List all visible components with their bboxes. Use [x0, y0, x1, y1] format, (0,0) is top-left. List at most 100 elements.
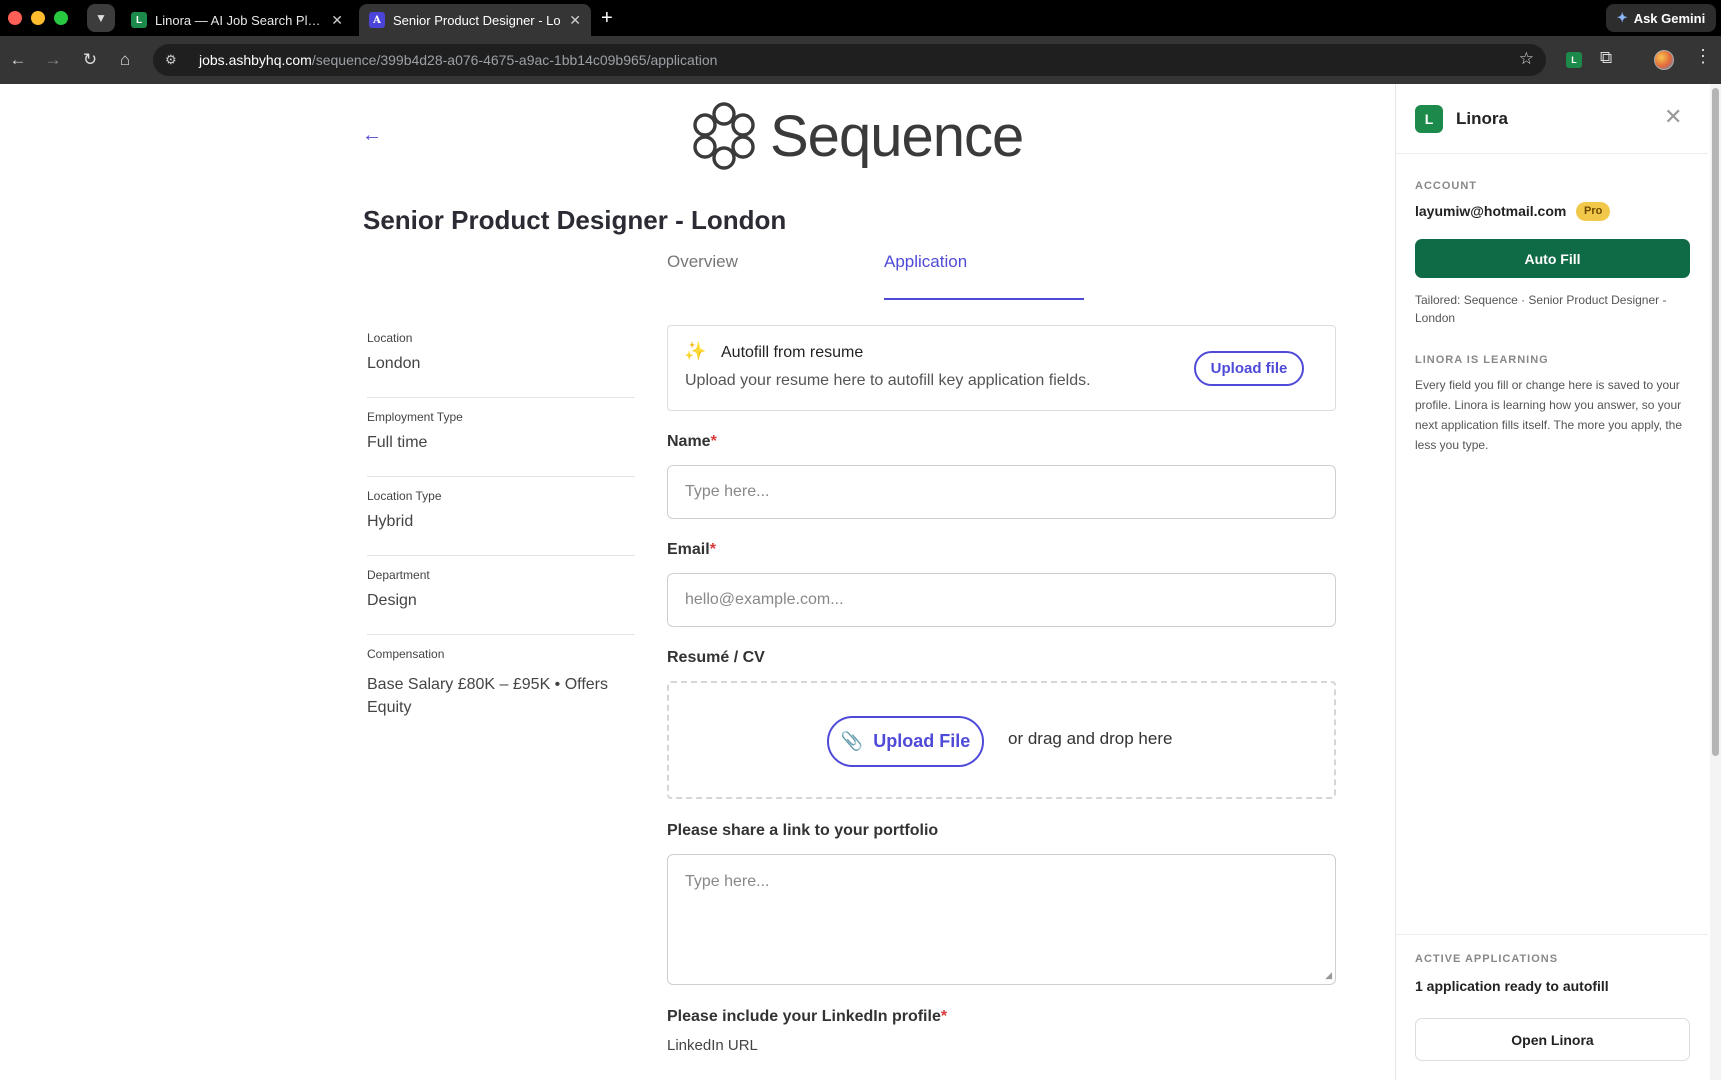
linkedin-label: Please include your LinkedIn profile* [667, 1008, 948, 1025]
tab-title: Linora — AI Job Search Platfo [155, 12, 326, 28]
info-value: Full time [367, 434, 428, 451]
back-arrow-icon[interactable]: ← [362, 124, 382, 147]
info-compensation: Compensation Base Salary £80K – £95K • O… [367, 635, 635, 735]
profile-avatar[interactable] [1654, 50, 1674, 70]
close-tab-icon[interactable]: ✕ [331, 12, 343, 29]
resize-handle-icon[interactable]: ◢ [1325, 970, 1332, 981]
autofill-subtitle: Upload your resume here to autofill key … [685, 372, 1091, 389]
learning-description: Every field you fill or change here is s… [1415, 378, 1683, 452]
info-label: Employment Type [367, 410, 463, 424]
portfolio-label: Please share a link to your portfolio [667, 822, 939, 839]
info-value: London [367, 355, 421, 372]
info-label: Compensation [367, 647, 445, 661]
info-value: Design [367, 592, 417, 609]
tab-linora[interactable]: L Linora — AI Job Search Platfo ✕ [121, 4, 353, 36]
name-placeholder: Type here... [685, 483, 770, 500]
info-employment-type: Employment Type Full time [367, 398, 635, 477]
site-settings-icon[interactable]: ⚙ [165, 52, 185, 68]
url-text: jobs.ashbyhq.com/sequence/399b4d28-a076-… [199, 52, 718, 68]
extensions-puzzle-icon[interactable]: ⧉ [1600, 48, 1612, 68]
page-tabs: Overview Application [667, 252, 1085, 300]
autofill-title: Autofill from resume [721, 344, 864, 361]
linora-logo-icon: L [1415, 105, 1443, 133]
reload-icon[interactable]: ↻ [78, 48, 102, 72]
close-icon[interactable]: ✕ [1664, 104, 1682, 130]
tab-search-button[interactable]: ▼ [87, 4, 115, 32]
magic-wand-icon: ✨ [684, 341, 707, 361]
name-label: Name* [667, 433, 717, 450]
required-asterisk: * [940, 1008, 948, 1025]
close-tab-icon[interactable]: ✕ [569, 12, 581, 29]
paperclip-icon: 📎 [840, 731, 864, 751]
tailored-text: Tailored: Sequence · Senior Product Desi… [1415, 293, 1667, 325]
panel-title: Linora [1456, 109, 1508, 128]
email-label: Email* [667, 541, 716, 558]
info-value: Hybrid [367, 513, 414, 530]
account-section-label: ACCOUNT [1415, 180, 1477, 192]
active-applications-label: ACTIVE APPLICATIONS [1415, 953, 1559, 965]
page-title: Senior Product Designer - London [363, 205, 787, 235]
linora-side-panel: L Linora ✕ ACCOUNT layumiw@hotmail.com P… [1395, 84, 1721, 1080]
maximize-window-button[interactable] [54, 11, 68, 25]
new-tab-button[interactable]: + [601, 6, 613, 30]
logo-wordmark: Sequence [770, 103, 1024, 169]
sequence-logo: Sequence [692, 102, 1024, 170]
pro-badge: Pro [1576, 202, 1611, 221]
minimize-window-button[interactable] [31, 11, 45, 25]
gemini-sparkle-icon: ✦ [1616, 10, 1628, 25]
sequence-flower-icon [693, 102, 755, 170]
divider [1396, 934, 1708, 935]
more-menu-icon[interactable]: ⋮ [1694, 46, 1712, 67]
autofill-from-resume-card: ✨ Autofill from resume Upload your resum… [667, 325, 1336, 411]
info-location: Location London [367, 319, 635, 398]
name-input[interactable]: Type here... [667, 465, 1336, 519]
upload-file-button[interactable]: 📎 Upload File [827, 716, 984, 767]
email-input[interactable]: hello@example.com... [667, 573, 1336, 627]
browser-tab-bar: ▼ L Linora — AI Job Search Platfo ✕ A Se… [0, 0, 1721, 36]
resume-dropzone[interactable]: 📎 Upload File or drag and drop here [667, 681, 1336, 799]
info-location-type: Location Type Hybrid [367, 477, 635, 556]
drag-drop-text: or drag and drop here [1008, 729, 1173, 748]
chevron-down-icon: ▼ [95, 11, 107, 25]
linora-extension-icon[interactable]: L [1566, 52, 1582, 68]
ashby-favicon-icon: A [369, 12, 385, 28]
tab-title: Senior Product Designer - Lo [393, 12, 561, 28]
ask-gemini-button[interactable]: ✦ Ask Gemini [1606, 4, 1716, 32]
active-applications-text: 1 application ready to autofill [1415, 978, 1609, 994]
scrollbar-thumb[interactable] [1712, 88, 1719, 756]
info-department: Department Design [367, 556, 635, 635]
info-label: Department [367, 568, 430, 582]
auto-fill-button[interactable]: Auto Fill [1415, 239, 1690, 278]
back-icon[interactable]: ← [6, 48, 30, 72]
browser-toolbar: ← → ↻ ⌂ ⚙ jobs.ashbyhq.com/sequence/399b… [0, 36, 1721, 84]
scrollbar[interactable] [1710, 84, 1721, 1080]
bookmark-star-icon[interactable]: ☆ [1519, 49, 1534, 69]
address-bar[interactable]: ⚙ jobs.ashbyhq.com/sequence/399b4d28-a07… [153, 44, 1546, 76]
tab-overview[interactable]: Overview [667, 252, 738, 272]
job-application-page: ← Sequence Senior Product Designer - Lon… [0, 84, 1395, 1080]
panel-header: L Linora ✕ [1396, 84, 1708, 154]
portfolio-textarea[interactable]: Type here... ◢ [667, 854, 1336, 985]
upload-resume-button[interactable]: Upload file [1194, 351, 1304, 386]
account-email: layumiw@hotmail.com [1415, 203, 1567, 219]
resume-label: Resumé / CV [667, 649, 765, 666]
info-label: Location [367, 331, 413, 345]
learning-section-label: LINORA IS LEARNING [1415, 354, 1549, 366]
required-asterisk: * [710, 433, 717, 450]
job-info-sidebar: Location London Employment Type Full tim… [367, 319, 635, 735]
ask-gemini-label: Ask Gemini [1633, 10, 1706, 26]
info-value: Base Salary £80K – £95K • Offers Equity [367, 676, 608, 716]
active-tab-underline [884, 298, 1084, 300]
close-window-button[interactable] [8, 11, 22, 25]
tab-application[interactable]: Application [884, 252, 967, 272]
home-icon[interactable]: ⌂ [113, 48, 137, 72]
info-label: Location Type [367, 489, 442, 503]
tab-senior-product-designer[interactable]: A Senior Product Designer - Lo ✕ [359, 4, 591, 36]
linora-favicon-icon: L [131, 12, 147, 28]
forward-icon[interactable]: → [41, 48, 65, 72]
linkedin-url-label: LinkedIn URL [667, 1037, 758, 1054]
email-placeholder: hello@example.com... [685, 591, 844, 608]
required-asterisk: * [709, 541, 716, 558]
open-linora-button[interactable]: Open Linora [1415, 1018, 1690, 1061]
upload-file-label: Upload File [873, 731, 971, 751]
